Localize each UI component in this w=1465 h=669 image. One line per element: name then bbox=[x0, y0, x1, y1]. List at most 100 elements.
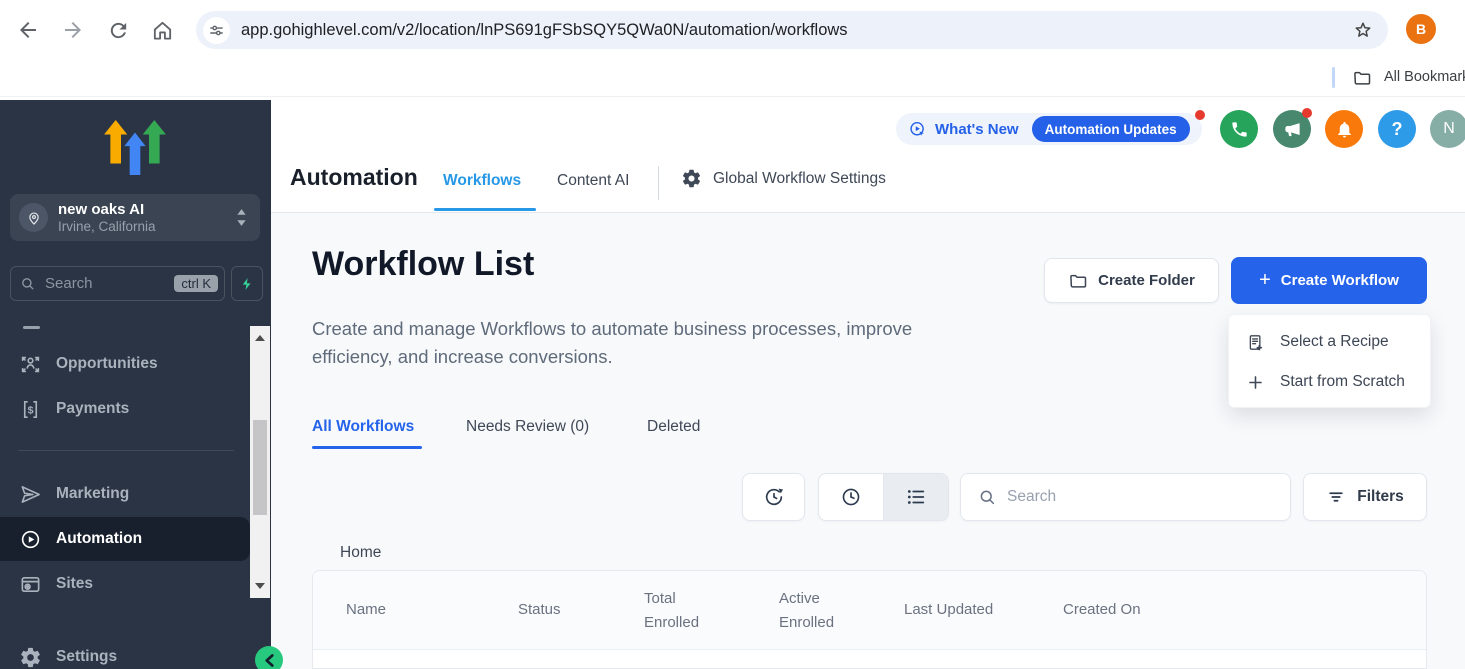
all-bookmarks-label[interactable]: All Bookmarks bbox=[1384, 69, 1465, 85]
search-shortcut-badge: ctrl K bbox=[174, 275, 218, 292]
quick-actions-button[interactable] bbox=[231, 266, 263, 301]
table-header-row: Name Status Total Enrolled Active Enroll… bbox=[313, 571, 1426, 650]
scroll-down-arrow[interactable] bbox=[255, 583, 265, 589]
location-pin-icon bbox=[19, 203, 48, 232]
sidebar-item-marketing[interactable]: Marketing bbox=[0, 472, 250, 516]
browser-profile-avatar[interactable]: B bbox=[1406, 14, 1436, 44]
workflow-list-page: Workflow List Create and manage Workflow… bbox=[271, 213, 1465, 669]
page-title: Automation bbox=[290, 164, 418, 191]
history-button[interactable] bbox=[742, 473, 805, 521]
location-city: Irvine, California bbox=[58, 219, 156, 234]
workflow-search bbox=[960, 473, 1291, 521]
menu-item-start-from-scratch[interactable]: Start from Scratch bbox=[1229, 362, 1430, 402]
svg-text:$: $ bbox=[28, 404, 34, 416]
notifications-button[interactable] bbox=[1325, 110, 1363, 148]
whats-new-label: What's New bbox=[935, 121, 1019, 138]
whats-new-button[interactable]: What's New Automation Updates bbox=[896, 113, 1202, 145]
sidebar-menu: Opportunities $ Payments Marketing bbox=[0, 310, 250, 669]
tab-deleted[interactable]: Deleted bbox=[647, 418, 700, 436]
time-view-button[interactable] bbox=[819, 474, 883, 520]
home-icon[interactable] bbox=[148, 16, 176, 44]
chevron-left-icon bbox=[264, 654, 275, 667]
sidebar-divider bbox=[18, 450, 234, 451]
sidebar-item-settings[interactable]: Settings bbox=[0, 635, 250, 669]
column-header-active-enrolled: Active Enrolled bbox=[779, 587, 851, 635]
header-divider bbox=[658, 166, 659, 200]
tab-all-workflows[interactable]: All Workflows bbox=[312, 418, 414, 436]
menu-item-select-recipe[interactable]: Select a Recipe bbox=[1229, 322, 1430, 362]
folder-icon bbox=[1068, 271, 1088, 291]
marketing-icon bbox=[19, 483, 42, 506]
sidebar-item-sites[interactable]: Sites bbox=[0, 562, 250, 606]
clock-icon bbox=[840, 486, 862, 508]
column-header-created-on: Created On bbox=[1063, 601, 1141, 618]
bell-icon bbox=[1335, 120, 1354, 139]
active-workflow-tab-underline bbox=[312, 446, 422, 449]
workflow-list-description: Create and manage Workflows to automate … bbox=[312, 315, 992, 371]
location-name: new oaks AI bbox=[58, 201, 144, 218]
column-header-total-enrolled: Total Enrolled bbox=[644, 587, 716, 635]
user-avatar[interactable]: N bbox=[1430, 110, 1465, 148]
history-clock-icon bbox=[763, 486, 785, 508]
sidebar-scrollbar[interactable] bbox=[250, 326, 270, 598]
create-workflow-dropdown: Select a Recipe Start from Scratch bbox=[1228, 314, 1431, 408]
settings-gear-icon bbox=[19, 646, 42, 669]
sidebar-item-opportunities[interactable]: Opportunities bbox=[0, 342, 250, 386]
sidebar-search-input[interactable] bbox=[43, 274, 174, 293]
view-toggle bbox=[818, 473, 949, 521]
whats-new-icon bbox=[908, 120, 927, 139]
recipe-icon bbox=[1246, 333, 1265, 352]
plus-icon: + bbox=[1259, 270, 1271, 290]
announcements-button[interactable] bbox=[1273, 110, 1311, 148]
create-workflow-button[interactable]: + Create Workflow bbox=[1231, 257, 1427, 304]
filters-button[interactable]: Filters bbox=[1303, 473, 1427, 521]
bookmarks-divider bbox=[1332, 67, 1335, 88]
page-header: What's New Automation Updates ? N Automa… bbox=[271, 100, 1465, 213]
bolt-icon bbox=[240, 276, 254, 292]
phone-button[interactable] bbox=[1220, 110, 1258, 148]
sidebar: new oaks AI Irvine, California ctrl K bbox=[0, 100, 271, 669]
payments-icon: $ bbox=[19, 398, 42, 421]
workflow-search-input[interactable] bbox=[1005, 487, 1290, 507]
create-folder-label: Create Folder bbox=[1098, 272, 1195, 289]
help-button[interactable]: ? bbox=[1378, 110, 1416, 148]
tab-content-ai[interactable]: Content AI bbox=[557, 172, 629, 190]
global-workflow-settings-label: Global Workflow Settings bbox=[713, 170, 886, 188]
browser-toolbar: app.gohighlevel.com/v2/location/lnPS691g… bbox=[0, 0, 1465, 60]
breadcrumb[interactable]: Home bbox=[340, 544, 381, 562]
megaphone-icon bbox=[1283, 120, 1302, 139]
automation-icon bbox=[19, 528, 42, 551]
url-bar[interactable]: app.gohighlevel.com/v2/location/lnPS691g… bbox=[196, 11, 1388, 49]
scroll-up-arrow[interactable] bbox=[255, 335, 265, 341]
partial-menu-item bbox=[23, 326, 40, 329]
screen: app.gohighlevel.com/v2/location/lnPS691g… bbox=[0, 0, 1465, 669]
sidebar-collapse-button[interactable] bbox=[255, 646, 283, 669]
column-header-last-updated: Last Updated bbox=[904, 601, 993, 618]
location-switcher[interactable]: new oaks AI Irvine, California bbox=[10, 194, 260, 241]
reload-icon[interactable] bbox=[104, 16, 132, 44]
automation-updates-badge[interactable]: Automation Updates bbox=[1032, 116, 1190, 142]
scrollbar-thumb[interactable] bbox=[253, 420, 267, 515]
search-icon bbox=[20, 276, 35, 291]
forward-icon[interactable] bbox=[59, 16, 87, 44]
site-settings-icon[interactable] bbox=[203, 17, 230, 44]
bookmarks-folder-icon[interactable] bbox=[1352, 68, 1372, 88]
column-header-status: Status bbox=[518, 601, 561, 618]
sidebar-search: ctrl K bbox=[10, 266, 225, 301]
sites-icon bbox=[19, 573, 42, 596]
back-icon[interactable] bbox=[14, 16, 42, 44]
global-workflow-settings-button[interactable]: Global Workflow Settings bbox=[681, 168, 886, 189]
tab-needs-review[interactable]: Needs Review (0) bbox=[466, 418, 589, 436]
bookmarks-bar: All Bookmarks bbox=[0, 60, 1465, 97]
announcements-notification-dot bbox=[1302, 108, 1312, 118]
plus-icon bbox=[1246, 373, 1265, 392]
sidebar-item-automation[interactable]: Automation bbox=[0, 517, 250, 561]
sidebar-item-payments[interactable]: $ Payments bbox=[0, 387, 250, 431]
create-folder-button[interactable]: Create Folder bbox=[1044, 258, 1219, 303]
filters-label: Filters bbox=[1357, 488, 1404, 506]
list-view-button[interactable] bbox=[883, 474, 948, 520]
url-text: app.gohighlevel.com/v2/location/lnPS691g… bbox=[241, 21, 848, 40]
tab-workflows[interactable]: Workflows bbox=[443, 172, 521, 190]
chevron-up-down-icon bbox=[235, 207, 248, 228]
bookmark-star-icon[interactable] bbox=[1352, 19, 1374, 41]
